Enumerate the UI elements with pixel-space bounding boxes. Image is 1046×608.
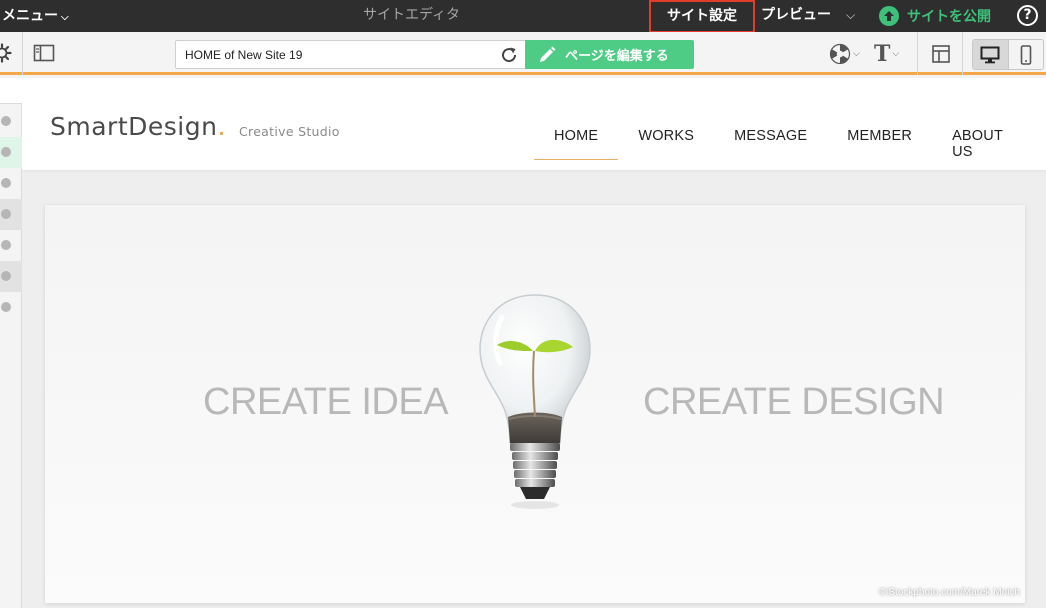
outline-item[interactable] xyxy=(0,106,22,137)
reload-icon[interactable] xyxy=(499,45,519,65)
section-dot xyxy=(1,240,11,250)
pencil-icon xyxy=(540,46,556,62)
menu-button[interactable]: メニュー ⌵ xyxy=(0,0,69,32)
nav-item-member[interactable]: MEMBER xyxy=(827,116,932,160)
site-header[interactable]: SmartDesign. Creative Studio HOME WORKS … xyxy=(22,78,1046,170)
site-settings-button[interactable]: サイト設定 xyxy=(649,0,755,33)
edit-page-label: ページを編集する xyxy=(565,49,669,64)
device-switcher xyxy=(972,39,1044,70)
nav-item-works[interactable]: WORKS xyxy=(618,116,714,160)
lightbulb-sprout-image xyxy=(479,294,591,509)
site-preview-canvas: SmartDesign. Creative Studio HOME WORKS … xyxy=(22,78,1046,608)
section-dot xyxy=(1,302,11,312)
desktop-icon xyxy=(980,46,1000,63)
site-navigation: HOME WORKS MESSAGE MEMBER ABOUT US xyxy=(534,116,1046,160)
layout-button[interactable] xyxy=(931,42,951,66)
toolbar-divider xyxy=(22,32,23,75)
chevron-down-icon[interactable]: ⌵ xyxy=(846,0,855,32)
outline-header xyxy=(0,78,22,104)
theme-palette-button[interactable]: ⌵ xyxy=(829,42,860,66)
hero-right-heading: CREATE DESIGN xyxy=(643,381,945,423)
mobile-view-button[interactable] xyxy=(1007,40,1044,69)
font-icon: T xyxy=(874,41,891,67)
help-icon[interactable]: ? xyxy=(1017,5,1038,26)
hero-banner[interactable]: CREATE IDEA CREATE DESIGN ©iStockphoto.c… xyxy=(45,205,1025,603)
theme-palette-icon xyxy=(829,43,851,65)
edit-page-button[interactable]: ページを編集する xyxy=(525,40,694,69)
preview-button[interactable]: プレビュー xyxy=(761,0,831,32)
toolbar-divider xyxy=(962,32,963,75)
layout-icon xyxy=(932,45,950,63)
editor-toolbar: ページを編集する ⌵ T ⌵ xyxy=(0,32,1046,75)
logo-text: SmartDesign xyxy=(50,112,218,141)
menu-label: メニュー xyxy=(2,8,58,24)
desktop-view-button[interactable] xyxy=(973,40,1008,69)
top-bar: メニュー ⌵ サイトエディタ サイト設定 プレビュー ⌵ サイトを公開 ? xyxy=(0,0,1046,33)
window-title: サイトエディタ xyxy=(363,7,461,23)
nav-item-message[interactable]: MESSAGE xyxy=(714,116,827,160)
section-dot xyxy=(1,271,11,281)
image-credit: ©iStockphoto.com/Marek Mnich xyxy=(878,587,1020,598)
section-dot xyxy=(1,147,11,157)
site-logo[interactable]: SmartDesign. xyxy=(50,112,226,141)
chevron-down-icon: ⌵ xyxy=(853,49,860,59)
outline-item[interactable] xyxy=(0,137,22,168)
outline-item[interactable] xyxy=(0,292,22,323)
font-button[interactable]: T ⌵ xyxy=(874,41,900,67)
chevron-down-icon: ⌵ xyxy=(892,49,900,59)
section-dot xyxy=(1,116,11,126)
page-selector[interactable] xyxy=(175,40,526,69)
upload-icon xyxy=(879,6,899,26)
nav-item-home[interactable]: HOME xyxy=(534,116,619,160)
outline-item[interactable] xyxy=(0,199,22,230)
publish-site-button[interactable]: サイトを公開 xyxy=(879,0,991,32)
page-selector-input[interactable] xyxy=(176,41,476,68)
hero-left-heading: CREATE IDEA xyxy=(203,381,449,423)
section-dot xyxy=(1,209,11,219)
section-outline-strip xyxy=(0,78,22,608)
outline-item[interactable] xyxy=(0,168,22,199)
publish-site-label: サイトを公開 xyxy=(907,9,991,25)
nav-item-about-us[interactable]: ABOUT US xyxy=(932,116,1046,160)
logo-dot: . xyxy=(217,112,226,141)
outline-item[interactable] xyxy=(0,230,22,261)
site-tagline: Creative Studio xyxy=(239,124,340,139)
outline-item[interactable] xyxy=(0,261,22,292)
panel-toggle-icon[interactable] xyxy=(33,43,55,63)
section-dot xyxy=(1,178,11,188)
smartphone-icon xyxy=(1020,44,1032,65)
gear-icon[interactable] xyxy=(0,43,12,63)
toolbar-divider xyxy=(917,32,918,75)
chevron-down-icon: ⌵ xyxy=(61,12,69,23)
